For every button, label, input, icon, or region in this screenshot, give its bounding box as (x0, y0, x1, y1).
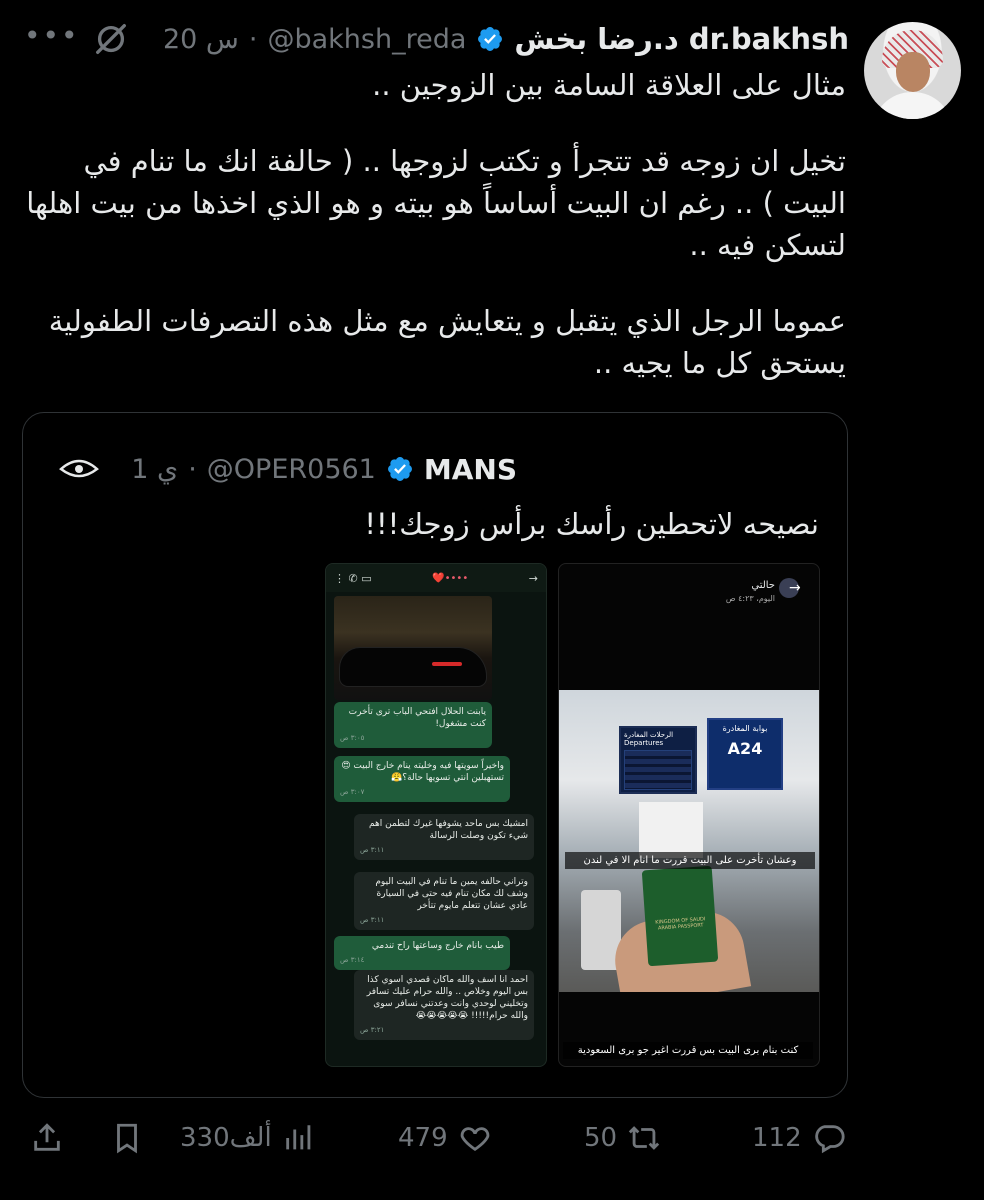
avatar-face (896, 52, 930, 92)
chat-bubble-1: يابنت الحلال افتحي الباب ترى تأخرت كنت م… (334, 702, 492, 748)
white-paper (639, 802, 703, 858)
chat-screenshot-image[interactable]: ⋮ ✆ ▭ ❤️•••• → يابنت الحلال افتحي الباب … (325, 563, 547, 1067)
car-taillight (432, 662, 462, 666)
separator-dot: · (248, 23, 258, 55)
views-count: 330ألف (180, 1123, 272, 1153)
quoted-tweet-text: نصيحه لاتحطين رأسك برأس زوجك!!! (364, 507, 819, 541)
quoted-separator-dot: · (188, 453, 197, 485)
car-shape (340, 648, 486, 686)
quoted-author-eye-icon[interactable] (57, 447, 101, 491)
tweet-paragraph-2: تخيل ان زوجه قد تتجرأ و تكتب لزوجها .. (… (26, 144, 846, 262)
chat-bubble-2: واخيراً سويتها فيه وخليته ينام خارج البي… (334, 756, 510, 802)
story-caption-1: وعشان تأخرت على البيت قررت ما انام الا ف… (565, 852, 815, 869)
reply-button[interactable]: 112 (752, 1110, 846, 1166)
tweet-paragraph-3: عموما الرجل الذي يتقبل و يتعايش مع مثل ه… (48, 304, 846, 380)
chat-bubble-text: وتراني حالفه يمين ما تنام في البيت اليوم… (375, 877, 528, 911)
share-icon (34, 1123, 60, 1151)
heart-icon (460, 1127, 489, 1152)
passport-text: KINGDOM OF SAUDI ARABIA PASSPORT (655, 916, 706, 932)
chat-bubble-time: ٣:٠٥ ص (340, 734, 365, 742)
quoted-tweet-timestamp[interactable]: 1 ي (131, 454, 178, 485)
verified-badge-icon (478, 27, 503, 51)
bookmark-button[interactable] (110, 1110, 144, 1166)
story-back-arrow-icon: → (789, 580, 801, 596)
airport-photo: الرحلات المغادرة Departures بوابة المغاد… (559, 690, 819, 992)
reply-count: 112 (752, 1123, 802, 1153)
gate-sign-label: بوابة المغادرة (722, 724, 768, 733)
departures-board-screen (624, 750, 692, 790)
bookmark-icon (117, 1123, 137, 1154)
chat-back-arrow-icon: → (528, 571, 538, 585)
like-button[interactable]: 479 (398, 1110, 492, 1166)
retweet-button[interactable]: 50 (584, 1110, 661, 1166)
chat-bubble-time: ٣:١١ ص (360, 846, 385, 854)
reply-icon (814, 1125, 845, 1154)
chat-contact-name: ❤️•••• (432, 572, 469, 584)
author-display-name[interactable]: د.رضا بخش dr.bakhsh (514, 22, 849, 56)
avatar-thobe (872, 92, 953, 119)
quoted-author-handle[interactable]: @OPER0561 (207, 454, 376, 485)
chat-bubble-time: ٣:٠٧ ص (340, 788, 365, 796)
retweet-count: 50 (584, 1123, 618, 1153)
saudi-passport: KINGDOM OF SAUDI ARABIA PASSPORT (641, 865, 719, 967)
tweet-paragraph-1: مثال على العلاقة السامة بين الزوجين .. (372, 68, 846, 102)
chat-bubble-time: ٣:٢١ ص (360, 1026, 385, 1034)
more-options-icon[interactable]: ••• (24, 22, 80, 50)
tweet-timestamp[interactable]: 20 س (163, 24, 239, 55)
story-screenshot-image[interactable]: حالتي اليوم، ٤:٢٣ ص → الرحلات المغادرة D… (558, 563, 820, 1067)
chat-bubble-4: وتراني حالفه يمين ما تنام في البيت اليوم… (354, 872, 534, 930)
story-caption-2: كنت بنام برى البيت بس قررت اغير جو برى ا… (563, 1042, 813, 1059)
author-avatar[interactable] (864, 22, 961, 119)
chat-bubble-text: واخيراً سويتها فيه وخليته ينام خارج البي… (341, 761, 504, 783)
chat-bubble-text: طيب بانام خارج وساعتها راح تندمي (371, 941, 504, 951)
share-button[interactable] (30, 1110, 64, 1166)
departures-board-label: الرحلات المغادرة Departures (624, 731, 674, 747)
chat-bubble-text: امشيك بس ماحد يشوفها غيرك لتطمن اهم شيء … (369, 819, 528, 841)
gate-sign: بوابة المغادرة A24 (707, 718, 783, 790)
chat-bubble-time: ٣:١٤ ص (340, 956, 365, 964)
tweet-header: د.رضا بخش dr.bakhsh @bakhsh_reda · 20 س (163, 18, 849, 60)
chat-bubble-text: احمد انا اسف والله ماكان قصدي اسوي كذا ب… (366, 975, 528, 1021)
car-photo (334, 596, 492, 700)
chat-bubble-text: يابنت الحلال افتحي الباب ترى تأخرت كنت م… (348, 707, 486, 729)
gate-code: A24 (727, 739, 763, 758)
quoted-tweet-header: MANS @OPER0561 · 1 ي (131, 449, 517, 489)
quoted-author-name[interactable]: MANS (424, 453, 517, 486)
quoted-verified-badge-icon (387, 457, 412, 481)
chat-bubble-3: امشيك بس ماحد يشوفها غيرك لتطمن اهم شيء … (354, 814, 534, 860)
story-header: حالتي اليوم، ٤:٢٣ ص → (559, 564, 819, 684)
quoted-tweet-card[interactable]: MANS @OPER0561 · 1 ي نصيحه لاتحطين رأسك … (22, 412, 848, 1098)
author-handle[interactable]: @bakhsh_reda (267, 24, 466, 55)
tweet-body: مثال على العلاقة السامة بين الزوجين .. ت… (16, 64, 846, 384)
departures-board: الرحلات المغادرة Departures (619, 726, 697, 794)
views-button[interactable]: 330ألف (180, 1110, 316, 1166)
chat-bubble-5: طيب بانام خارج وساعتها راح تندمي ٣:١٤ ص (334, 936, 510, 970)
chat-top-bar: ⋮ ✆ ▭ ❤️•••• → (326, 564, 546, 592)
grok-icon[interactable] (92, 20, 130, 58)
tweet-action-bar: 112 50 479 330ألف (0, 1110, 984, 1166)
like-count: 479 (398, 1123, 448, 1153)
chat-bubble-time: ٣:١١ ص (360, 916, 385, 924)
story-title: حالتي (751, 580, 775, 591)
story-subtitle: اليوم، ٤:٢٣ ص (725, 594, 775, 603)
chat-actions-icons: ⋮ ✆ ▭ (334, 571, 372, 585)
chat-bubble-6: احمد انا اسف والله ماكان قصدي اسوي كذا ب… (354, 970, 534, 1040)
retweet-icon (628, 1126, 660, 1150)
analytics-icon (285, 1125, 311, 1150)
